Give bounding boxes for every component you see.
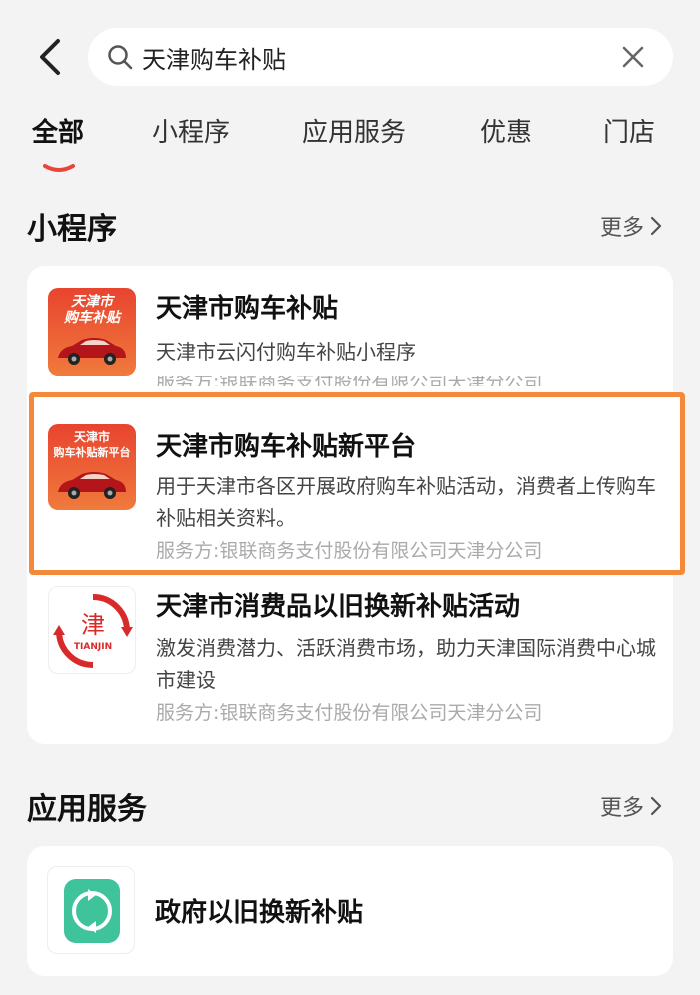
- item-provider: 服务方:银联商务支付股份有限公司天津分公司: [156, 540, 543, 562]
- item-provider: 服务方:银联商务支付股份有限公司天津分公司: [156, 702, 543, 724]
- thumbnail-tianjin-logo: 津 TIANJIN: [48, 586, 136, 674]
- emblem-word: TIANJIN: [74, 642, 112, 652]
- chevron-right-icon: [650, 216, 662, 236]
- section-title-mini-programs: 小程序: [27, 212, 117, 247]
- more-app-services-link[interactable]: 更多: [600, 790, 662, 822]
- search-query: 天津购车补贴: [142, 45, 286, 74]
- item-provider: 服务方:银联商务支付股份有限公司天津分公司: [156, 376, 542, 386]
- thumbnail-car-subsidy-new: 天津市 购车补贴新平台: [48, 424, 136, 510]
- list-item[interactable]: 天津市 购车补贴新平台 天津市购车补贴新平台 用于天津市各区开展政府购车补贴活动…: [48, 424, 668, 562]
- tianjin-emblem-icon: 津 TIANJIN: [53, 594, 133, 668]
- thumb-line-2: 购车补贴新平台: [53, 446, 131, 459]
- service-title: 政府以旧换新补贴: [155, 898, 364, 928]
- emblem-char: 津: [81, 611, 105, 639]
- section-title-app-services: 应用服务: [27, 792, 147, 827]
- service-item[interactable]: 政府以旧换新补贴: [47, 866, 667, 956]
- more-mini-programs-link[interactable]: 更多: [600, 210, 662, 242]
- app-services-card: 政府以旧换新补贴: [27, 846, 673, 976]
- car-icon: [58, 472, 126, 499]
- item-description: 天津市云闪付购车补贴小程序: [156, 340, 416, 364]
- close-icon: [622, 46, 644, 68]
- tab-mini-programs[interactable]: 小程序: [152, 112, 230, 149]
- tab-all[interactable]: 全部: [32, 112, 84, 149]
- item-description: 激发消费潜力、活跃消费市场，助力天津国际消费中心城市建设: [156, 636, 656, 692]
- category-tabs: 全部 小程序 应用服务 优惠 门店: [0, 112, 700, 172]
- car-icon: [58, 338, 126, 365]
- refresh-swap-icon: [64, 879, 120, 943]
- thumb-line-1: 天津市: [73, 430, 110, 444]
- chevron-left-icon: [40, 39, 60, 75]
- item-title: 天津市消费品以旧换新补贴活动: [156, 592, 521, 622]
- list-item[interactable]: 津 TIANJIN 天津市消费品以旧换新补贴活动 激发消费潜力、活跃消费市场，助…: [48, 586, 668, 726]
- item-title: 天津市购车补贴: [156, 294, 339, 324]
- more-label: 更多: [600, 216, 645, 241]
- thumbnail-car-subsidy: 天津市 购车补贴: [48, 288, 136, 376]
- chevron-right-icon: [650, 796, 662, 816]
- back-button[interactable]: [30, 34, 70, 80]
- item-title: 天津市购车补贴新平台: [156, 432, 417, 462]
- thumb-line-2: 购车补贴: [64, 310, 120, 326]
- tab-app-services[interactable]: 应用服务: [302, 112, 406, 149]
- clear-search-button[interactable]: [613, 37, 653, 77]
- tab-active-indicator: [43, 164, 75, 172]
- tab-offers[interactable]: 优惠: [480, 112, 532, 149]
- item-description: 用于天津市各区开展政府购车补贴活动，消费者上传购车补贴相关资料。: [156, 474, 656, 530]
- more-label: 更多: [600, 796, 645, 821]
- search-icon: [106, 43, 134, 71]
- list-item[interactable]: 天津市 购车补贴 天津市购车补贴 天津市云闪付购车补贴小程序 服务方:银联商务支…: [48, 288, 668, 388]
- service-thumbnail: [47, 866, 135, 954]
- thumb-line-1: 天津市: [71, 294, 113, 310]
- tab-stores[interactable]: 门店: [603, 112, 655, 149]
- search-input[interactable]: 天津购车补贴: [88, 28, 673, 86]
